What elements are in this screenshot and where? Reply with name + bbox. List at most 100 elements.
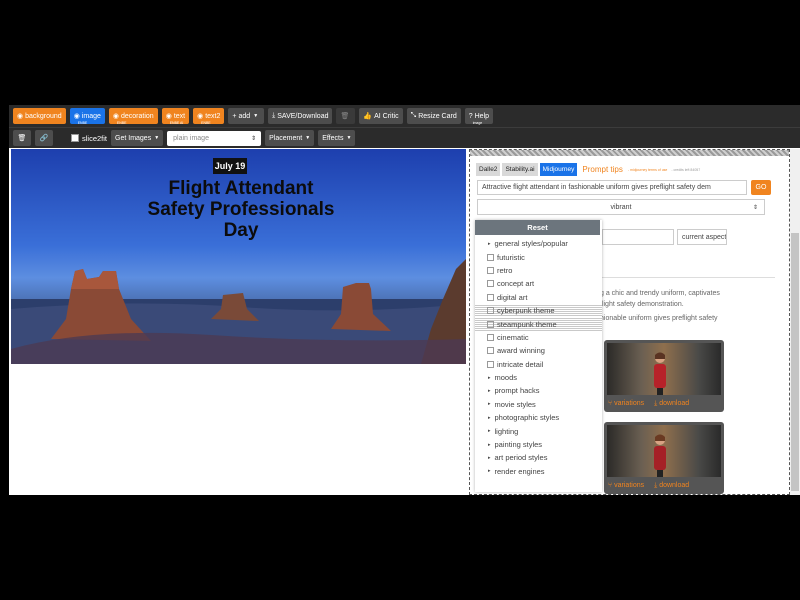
variations-button[interactable]: ⑂ variations — [608, 400, 644, 408]
tab-stability[interactable]: Stability.ai — [502, 163, 538, 176]
style-select[interactable]: vibrant ⇕ — [477, 199, 765, 215]
style-checkbox-item[interactable]: futuristic — [475, 250, 602, 263]
caret-right-icon: ▸ — [488, 387, 491, 394]
style-group-item[interactable]: ▸ lighting — [475, 424, 602, 437]
eye-icon: ◉ — [17, 113, 24, 120]
style-group-item[interactable]: ▸ moods — [475, 371, 602, 384]
result-image[interactable] — [607, 425, 721, 477]
style-group-item[interactable]: ▸ movie styles — [475, 398, 602, 411]
card-title[interactable]: Flight Attendant Safety Professionals Da… — [71, 178, 411, 241]
app-frame: ◉ background ◉ image ENBE ◉ decoration ENBE ◉… — [0, 0, 800, 600]
text2-button[interactable]: ◉ text2 ENBE — [193, 108, 225, 125]
checkbox[interactable] — [487, 333, 494, 341]
terms-link[interactable]: - midjourney terms of use — [628, 168, 668, 172]
decoration-button[interactable]: ◉ decoration ENBE — [108, 108, 158, 125]
trash-icon: 🗑 — [340, 113, 350, 120]
download-button[interactable]: ⤓ download — [654, 400, 689, 408]
download-icon: ⤓ — [654, 400, 658, 407]
delete-button[interactable]: 🗑 — [336, 108, 356, 124]
chevron-down-icon: ▼ — [253, 113, 259, 119]
card-canvas[interactable]: July 19 Flight Attendant Safety Professi… — [11, 149, 466, 364]
style-checkbox-item[interactable]: intricate detail — [475, 358, 602, 371]
download-button[interactable]: ⤓ download — [654, 482, 689, 490]
checkbox[interactable] — [487, 347, 494, 355]
eye-icon: ◉ — [112, 113, 119, 120]
trash-button[interactable]: 🗑 — [13, 130, 31, 146]
tab-midjourney[interactable]: Midjourney — [539, 163, 578, 176]
background-button[interactable]: ◉ background — [13, 108, 66, 124]
question-icon: ? — [468, 112, 473, 120]
style-checkbox-item[interactable]: award winning — [475, 344, 602, 357]
style-checkbox-item[interactable]: cyberpunk theme — [475, 303, 602, 318]
image-toolbar: 🗑 🔗 slice2fit Get Images ▼ plain image ⇕ P… — [9, 127, 800, 148]
checkbox[interactable] — [487, 320, 494, 328]
caret-right-icon: ▸ — [488, 468, 491, 475]
style-group-item[interactable]: ▸ painting styles — [475, 438, 602, 451]
prompt-tips-link[interactable]: Prompt tips — [582, 165, 622, 174]
add-button[interactable]: + add ▼ — [228, 108, 265, 124]
seed-input[interactable] — [602, 229, 674, 245]
checkbox[interactable] — [487, 280, 494, 288]
link-icon: 🔗 — [39, 135, 49, 142]
help-sub-label: image — [472, 121, 483, 125]
help-button[interactable]: ? Help image — [464, 108, 494, 125]
thumbs-up-icon: 👍 — [363, 113, 373, 120]
style-group-item[interactable]: ▸ general styles/popular — [475, 237, 602, 250]
style-group-item[interactable]: ▸ photographic styles — [475, 411, 602, 424]
style-group-item[interactable]: ▸ prompt hacks — [475, 384, 602, 397]
style-checkbox-item[interactable]: cinematic — [475, 331, 602, 344]
style-item-label: prompt hacks — [494, 386, 540, 396]
link-button[interactable]: 🔗 — [35, 130, 53, 146]
result-image[interactable] — [607, 343, 721, 395]
image-type-select[interactable]: plain image ⇕ — [167, 130, 262, 146]
go-button[interactable]: GO — [751, 180, 771, 195]
caret-right-icon: ▸ — [488, 454, 491, 461]
eye-icon: ◉ — [73, 113, 80, 120]
date-badge[interactable]: July 19 — [213, 158, 247, 174]
text-sub-label: ENBE AI — [169, 121, 184, 125]
download-icon: ⤓ — [654, 482, 658, 489]
image-button[interactable]: ◉ image ENBE — [69, 108, 105, 125]
style-checkbox-item[interactable]: concept art — [475, 277, 602, 290]
checkbox[interactable] — [487, 360, 494, 368]
image-sub-label: ENBE — [77, 121, 88, 125]
save-download-button[interactable]: ⤓ SAVE/Download — [268, 108, 333, 124]
get-images-button[interactable]: Get Images ▼ — [111, 130, 164, 146]
chevron-down-icon: ▼ — [154, 135, 160, 141]
aspect-select[interactable]: current aspect — [677, 229, 727, 245]
slice-checkbox[interactable] — [71, 134, 79, 142]
resize-card-button[interactable]: ⤡ Resize Card — [406, 108, 461, 124]
reset-button[interactable]: Reset — [475, 220, 600, 235]
style-modifiers-dropdown: Reset ▸ general styles/popular futuristic r… — [475, 220, 602, 492]
slice-to-fit-toggle[interactable]: slice2fit — [71, 134, 107, 143]
text-button[interactable]: ◉ text ENBE AI — [161, 108, 190, 125]
ai-critic-button[interactable]: 👍 AI Critic — [359, 108, 403, 124]
tab-dalle2[interactable]: Dalle2 — [476, 163, 501, 176]
style-checkbox-item[interactable]: steampunk theme — [475, 317, 602, 331]
flight-attendant-image — [654, 434, 666, 477]
decoration-sub-label: ENBE — [116, 121, 127, 125]
checkbox[interactable] — [487, 266, 494, 274]
style-item-label: art period styles — [494, 453, 548, 463]
style-checkbox-item[interactable]: retro — [475, 264, 602, 277]
scrollbar-thumb[interactable] — [791, 233, 799, 491]
style-item-label: cinematic — [497, 332, 529, 342]
style-item-label: moods — [494, 373, 518, 383]
caret-right-icon: ▸ — [488, 374, 491, 381]
effects-button[interactable]: Effects ▼ — [318, 130, 356, 146]
variations-button[interactable]: ⑂ variations — [608, 482, 644, 490]
style-group-item[interactable]: ▸ render engines — [475, 465, 602, 478]
prompt-description-2: hionable uniform gives preflight safety — [600, 315, 718, 322]
result-card: ⑂ variations ⤓ download — [604, 422, 724, 494]
flight-attendant-image — [654, 352, 666, 395]
checkbox[interactable] — [487, 253, 494, 261]
panel-drag-handle[interactable] — [470, 150, 789, 156]
panel-scrollbar[interactable] — [790, 149, 800, 495]
style-group-item[interactable]: ▸ art period styles — [475, 451, 602, 464]
trash-icon: 🗑 — [17, 135, 27, 142]
style-checkbox-item[interactable]: digital art — [475, 291, 602, 304]
checkbox[interactable] — [487, 307, 494, 315]
prompt-input[interactable]: Attractive flight attendant in fashionab… — [477, 180, 747, 195]
checkbox[interactable] — [487, 293, 494, 301]
placement-button[interactable]: Placement ▼ — [265, 130, 315, 146]
